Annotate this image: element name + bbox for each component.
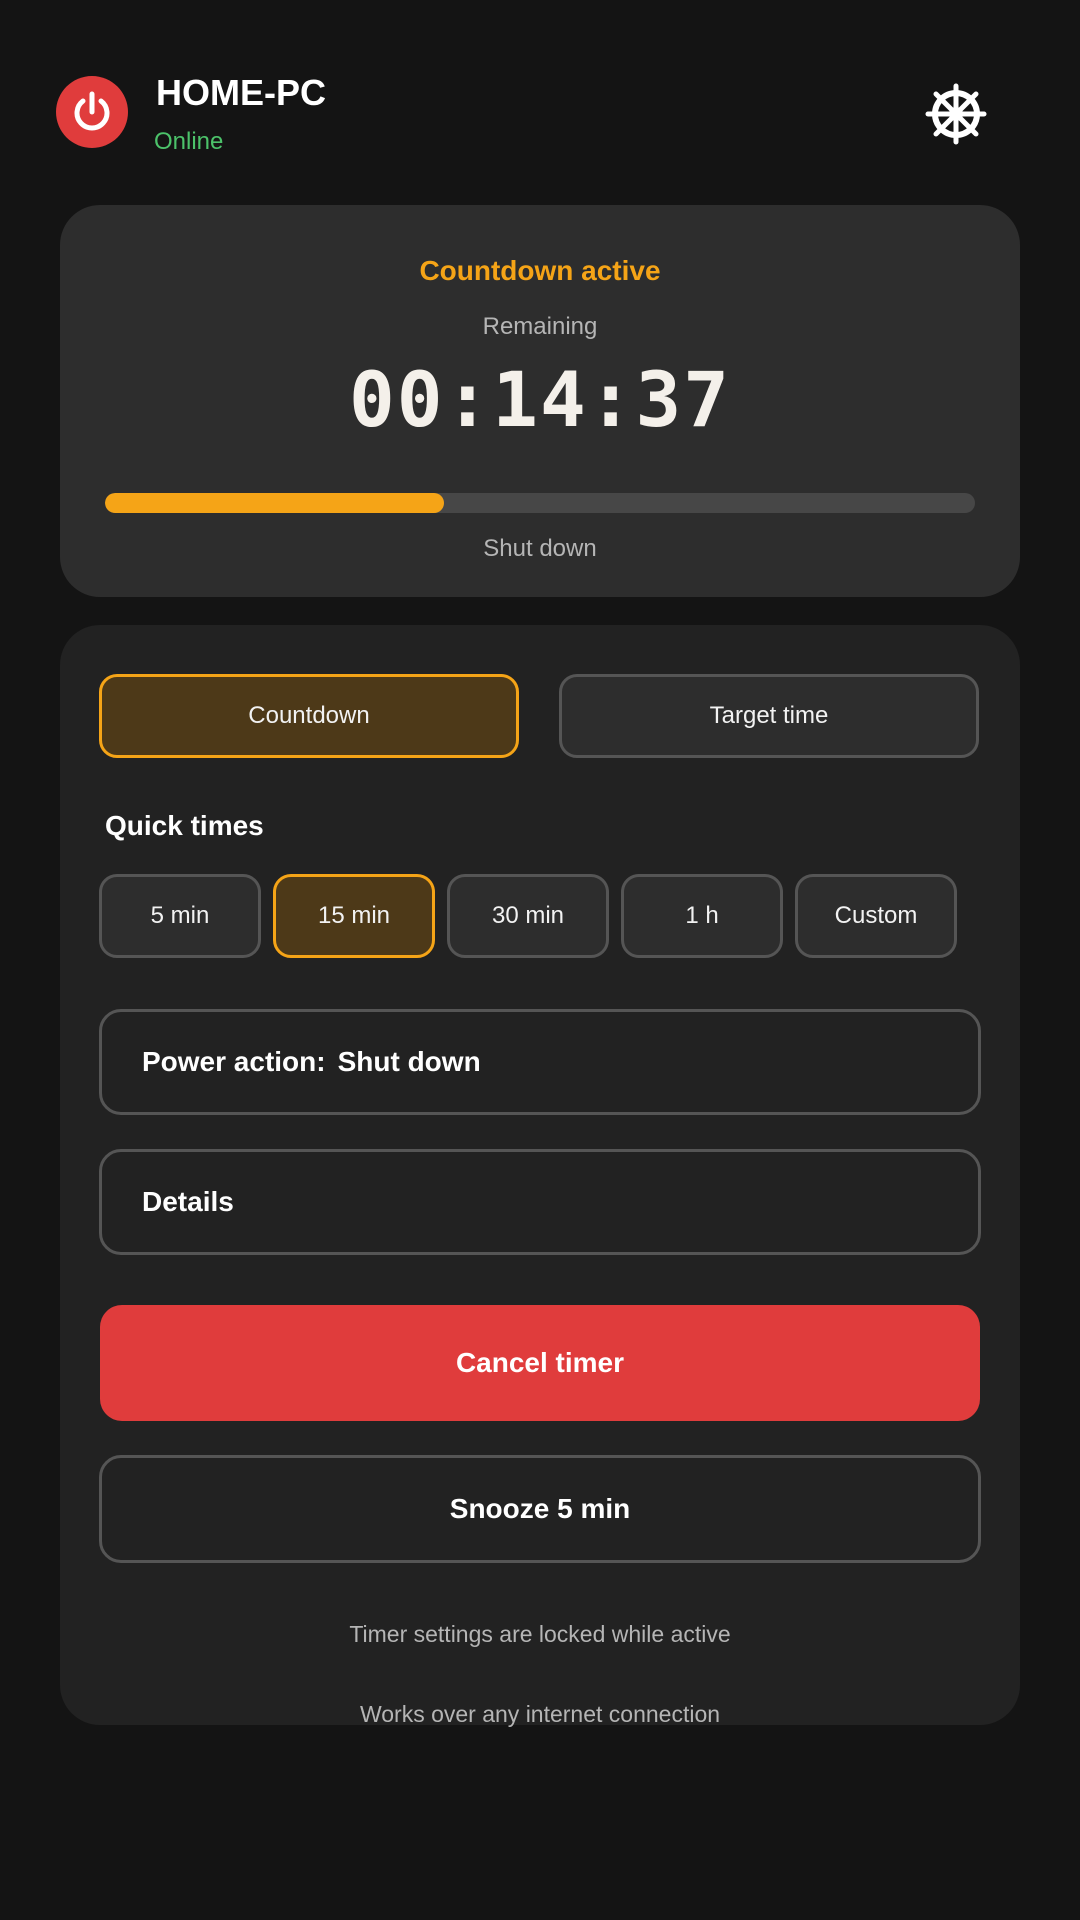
power-action-value: Shut down (337, 1046, 481, 1077)
power-icon (56, 76, 128, 148)
progress-bar (105, 493, 975, 513)
quick-time-custom[interactable]: Custom (795, 874, 957, 958)
connection-note: Works over any internet connection (359, 1701, 721, 1727)
power-action-selector[interactable]: Power action: Shut down (99, 1009, 981, 1115)
status-card: Countdown active Remaining 00:14:37 Shut… (60, 205, 1020, 597)
tab-countdown[interactable]: Countdown (99, 674, 519, 758)
gear-icon[interactable] (924, 82, 988, 146)
remaining-label: Remaining (482, 313, 598, 340)
quick-time-1-h[interactable]: 1 h (621, 874, 783, 958)
details-label: Details (142, 1186, 234, 1217)
status-title: Countdown active (419, 255, 661, 286)
quick-times-title: Quick times (105, 810, 264, 841)
quick-time-5-min[interactable]: 5 min (99, 874, 261, 958)
quick-time-15-min[interactable]: 15 min (273, 874, 435, 958)
quick-time-30-min[interactable]: 30 min (447, 874, 609, 958)
device-name: HOME-PC (156, 72, 326, 113)
header: HOME-PC Online (0, 0, 1080, 180)
timer-controls: Countdown Target time Quick times 5 min … (60, 625, 1020, 1727)
app-screen: HOME-PC Online Countdown active Remainin… (0, 0, 1080, 1920)
details-expander[interactable]: Details (99, 1149, 981, 1255)
power-action-label: Power action: (142, 1046, 326, 1077)
cancel-timer-button[interactable]: Cancel timer (100, 1305, 980, 1421)
device-status: Online (154, 128, 224, 155)
scheduled-action: Shut down (483, 535, 597, 562)
snooze-button[interactable]: Snooze 5 min (99, 1455, 981, 1563)
remaining-time: 00:14:37 (348, 355, 732, 444)
tab-target-time[interactable]: Target time (559, 674, 979, 758)
progress-fill (105, 493, 445, 513)
locked-note: Timer settings are locked while active (349, 1621, 731, 1647)
